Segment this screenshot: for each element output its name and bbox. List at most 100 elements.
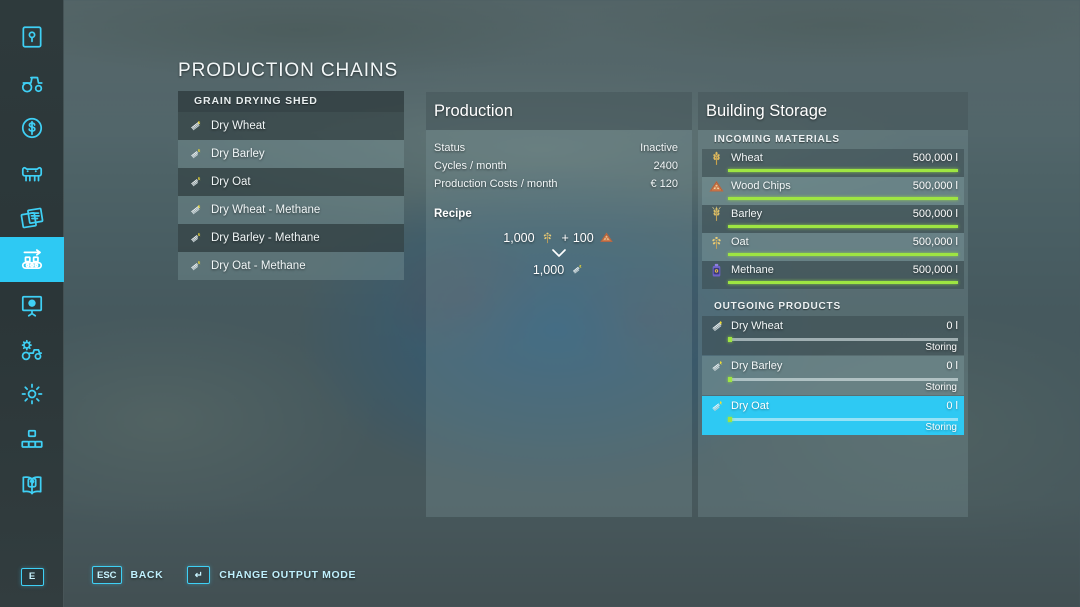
chain-list-item[interactable]: Dry Oat — [178, 168, 404, 196]
help-label: CHANGE OUTPUT MODE — [219, 569, 357, 581]
incoming-material-row[interactable]: Methane 500,000 l — [702, 261, 964, 289]
outgoing-product-amount: 0 l — [946, 360, 958, 372]
outgoing-product-amount: 0 l — [946, 400, 958, 412]
help-keycap[interactable]: ESC — [92, 566, 122, 584]
production-panel-header: Production — [426, 92, 692, 130]
production-stat-row: Cycles / month 2400 — [434, 160, 678, 172]
recipe-output-amount: 1,000 — [532, 262, 565, 277]
production-chain-list: GRAIN DRYING SHED Dry Wheat Dry Barley Dry… — [178, 91, 404, 280]
tractor-icon — [21, 76, 43, 93]
chain-list-item-label: Dry Barley - Methane — [211, 232, 320, 244]
sidebar-item-multiplayer[interactable] — [0, 417, 64, 462]
incoming-materials-list: Wheat 500,000 l Wood Chips 500,000 l Barley 5… — [698, 149, 968, 289]
recipe-title: Recipe — [434, 208, 472, 220]
help-item[interactable]: ESC BACK — [92, 566, 163, 584]
incoming-material-row[interactable]: Wheat 500,000 l — [702, 149, 964, 177]
recipe-outputs: 1,000 — [426, 262, 692, 277]
incoming-fill-bar — [728, 225, 958, 228]
help-label: BACK — [130, 569, 164, 581]
incoming-material-name: Methane — [731, 264, 774, 276]
sidebar-item-help[interactable] — [0, 462, 64, 507]
production-chains-icon — [21, 248, 43, 269]
sidebar-item-statistics[interactable] — [0, 283, 64, 328]
incoming-material-amount: 500,000 l — [912, 152, 958, 164]
sidebar-item-map[interactable] — [0, 14, 64, 59]
sidebar-item-vehicle-settings[interactable] — [0, 328, 64, 373]
statistics-board-icon — [21, 295, 43, 317]
production-stat-row: Status Inactive — [434, 142, 678, 154]
oat-icon — [543, 232, 551, 244]
chain-list-item-label: Dry Oat — [211, 176, 251, 188]
production-stat-row: Production Costs / month € 120 — [434, 178, 678, 190]
methane-icon — [712, 263, 721, 277]
incoming-material-row[interactable]: Oat 500,000 l — [702, 233, 964, 261]
sidebar-item-finances[interactable] — [0, 105, 64, 150]
recipe-body: 1,000 +100 1,000 — [426, 230, 692, 277]
production-stat-value: € 120 — [650, 178, 678, 190]
page-title: PRODUCTION CHAINS — [178, 60, 399, 81]
wheat-icon — [713, 151, 720, 165]
outgoing-product-mode[interactable]: Storing — [925, 422, 957, 433]
outgoing-product-row[interactable]: Dry Barley 0 l Storing — [702, 356, 964, 395]
sidebar-item-game-settings[interactable] — [0, 371, 64, 416]
dry-oat-icon — [712, 400, 723, 411]
multiplayer-icon — [21, 429, 43, 448]
recipe-plus-sign: + — [561, 230, 569, 245]
incoming-material-row[interactable]: Barley 500,000 l — [702, 205, 964, 233]
help-bar: ESC BACK ↵ CHANGE OUTPUT MODE — [92, 566, 356, 584]
outgoing-product-mode[interactable]: Storing — [925, 342, 957, 353]
chain-list-item[interactable]: Dry Barley - Methane — [178, 224, 404, 252]
outgoing-product-row[interactable]: Dry Wheat 0 l Storing — [702, 316, 964, 355]
sidebar-item-contracts[interactable] — [0, 195, 64, 240]
recipe-input-amount: 1,000 — [503, 230, 535, 245]
dry-barley-icon — [191, 232, 201, 243]
incoming-fill-bar-value — [728, 169, 958, 172]
help-keycap[interactable]: ↵ — [187, 566, 211, 584]
storage-panel-header: Building Storage — [698, 92, 968, 130]
recipe-input-amount: 100 — [572, 230, 594, 245]
outgoing-fill-bar-value — [728, 417, 732, 422]
incoming-fill-bar-value — [728, 225, 958, 228]
left-sidebar: E — [0, 0, 64, 607]
incoming-material-row[interactable]: Wood Chips 500,000 l — [702, 177, 964, 205]
chain-list-item[interactable]: Dry Oat - Methane — [178, 252, 404, 280]
production-panel: Production Status Inactive Cycles / month 2… — [426, 92, 692, 517]
sidebar-key-hint[interactable]: E — [0, 554, 64, 599]
building-storage-panel: Building Storage INCOMING MATERIALS Whea… — [698, 92, 968, 517]
incoming-material-amount: 500,000 l — [912, 208, 958, 220]
incoming-fill-bar — [728, 197, 958, 200]
wood-chips-icon — [709, 180, 724, 191]
keycap-e[interactable]: E — [20, 567, 44, 586]
incoming-fill-bar — [728, 169, 958, 172]
chain-list-item[interactable]: Dry Wheat - Methane — [178, 196, 404, 224]
incoming-material-amount: 500,000 l — [912, 264, 958, 276]
barley-icon — [712, 206, 721, 221]
chain-list-item[interactable]: Dry Barley — [178, 140, 404, 168]
production-stat-value: Inactive — [640, 142, 678, 154]
help-item[interactable]: ↵ CHANGE OUTPUT MODE — [187, 566, 356, 584]
chain-list-header: GRAIN DRYING SHED — [178, 91, 404, 112]
sidebar-item-vehicles[interactable] — [0, 60, 64, 105]
incoming-material-amount: 500,000 l — [912, 236, 958, 248]
oat-icon — [712, 236, 721, 249]
outgoing-product-amount: 0 l — [946, 320, 958, 332]
incoming-material-name: Barley — [731, 208, 763, 220]
dry-barley-icon — [191, 148, 201, 159]
sidebar-item-production-chains[interactable] — [0, 237, 64, 282]
help-book-icon — [22, 475, 42, 495]
dry-wheat-icon — [191, 204, 201, 215]
production-stat-label: Cycles / month — [434, 160, 507, 172]
outgoing-fill-bar-value — [728, 337, 732, 342]
sidebar-item-animals[interactable] — [0, 150, 64, 195]
storage-panel-title: Building Storage — [706, 101, 828, 120]
incoming-fill-bar — [728, 253, 958, 256]
map-marker-icon — [22, 25, 42, 48]
incoming-material-name: Oat — [731, 236, 749, 248]
outgoing-product-name: Dry Oat — [731, 400, 769, 412]
outgoing-products-header: OUTGOING PRODUCTS — [714, 301, 841, 312]
outgoing-product-mode[interactable]: Storing — [925, 382, 957, 393]
outgoing-product-row[interactable]: Dry Oat 0 l Storing — [702, 396, 964, 435]
production-stats: Status Inactive Cycles / month 2400 Producti… — [426, 130, 692, 190]
outgoing-products-list: Dry Wheat 0 l Storing Dry Barley 0 l Storing D… — [698, 316, 968, 435]
chain-list-item[interactable]: Dry Wheat — [178, 112, 404, 140]
